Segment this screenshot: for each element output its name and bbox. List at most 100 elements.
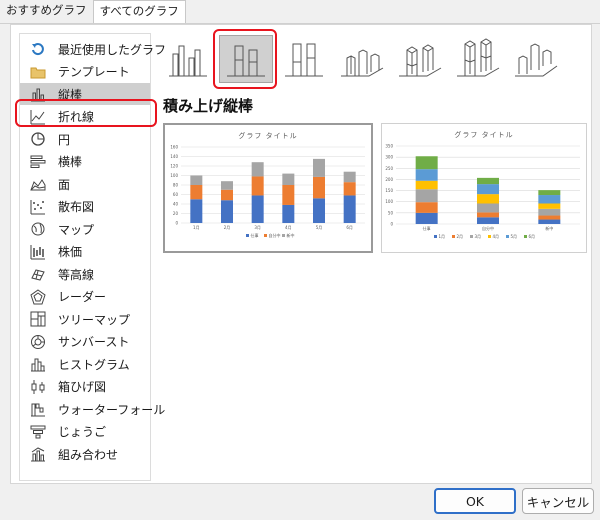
sidebar-item-label: マップ xyxy=(58,222,95,237)
bar-segment xyxy=(538,190,561,196)
bar-segment xyxy=(415,180,438,190)
stock-chart-icon xyxy=(30,244,46,260)
bar-segment xyxy=(477,212,499,218)
legend-label: 4月 xyxy=(493,234,500,239)
sidebar-item-scatter-chart[interactable]: 散布図 xyxy=(20,196,150,218)
x-tick-label: 3月 xyxy=(254,225,261,230)
sidebar-item-area-chart[interactable]: 面 xyxy=(20,173,150,195)
y-tick-label: 150 xyxy=(385,188,393,193)
sidebar-item-label: サンバースト xyxy=(58,335,130,349)
chart-preview-2-plot: 0 50 100 150 200 250 300 350 仕事 自分中 新中 1月 2月 3月 4月 5月 6月 xyxy=(385,144,580,239)
100-stacked-column-icon xyxy=(281,36,327,83)
tab-recommended-charts[interactable]: おすすめグラフ xyxy=(0,0,93,22)
sidebar-item-bar-chart[interactable]: 横棒 xyxy=(20,151,150,173)
x-tick-label: 新中 xyxy=(545,225,553,231)
sidebar-item-map-chart[interactable]: マップ xyxy=(20,218,150,240)
chart-preview-1-title: グラフ タイトル xyxy=(238,132,298,140)
sidebar-item-funnel-chart[interactable]: じょうご xyxy=(20,421,150,443)
sidebar-item-pie-chart[interactable]: 円 xyxy=(20,128,150,150)
sidebar-item-label: レーダー xyxy=(58,290,107,304)
bar-segment xyxy=(415,189,438,203)
legend-label: 1月 xyxy=(439,234,446,239)
sidebar-item-combo-chart[interactable]: 組み合わせ xyxy=(20,443,150,465)
bar-segment xyxy=(415,156,438,170)
x-tick-label: 仕事 xyxy=(423,225,431,231)
3d-stacked-column-icon xyxy=(397,36,443,83)
clustered-column-icon xyxy=(165,36,211,83)
area-chart-icon xyxy=(30,176,46,192)
chart-subtype-button[interactable] xyxy=(335,35,389,83)
bar-segment xyxy=(538,203,561,209)
chart-subtype-button[interactable] xyxy=(277,35,331,83)
sidebar-item-label: 縦棒 xyxy=(58,87,83,102)
y-tick-label: 0 xyxy=(175,221,178,226)
sidebar-item-recent[interactable]: 最近使用したグラフ xyxy=(20,38,166,60)
bar-segment xyxy=(477,194,499,204)
sidebar-item-label: 等高線 xyxy=(58,267,95,282)
legend-swatch xyxy=(434,235,437,238)
column-chart-icon xyxy=(30,86,46,102)
sidebar-item-label: ウォーターフォール xyxy=(58,402,166,417)
dialog-body: 最近使用したグラフ テンプレート 縦棒折れ線円横棒面散布図マップ株価等高線レーダーツ… xyxy=(10,24,592,484)
legend-swatch xyxy=(264,234,267,237)
tab-all-charts[interactable]: すべてのグラフ xyxy=(92,0,186,24)
sidebar-item-treemap-chart[interactable]: ツリーマップ xyxy=(20,308,150,330)
stacked-column-icon xyxy=(223,36,269,83)
map-chart-icon xyxy=(30,221,46,237)
radar-chart-icon xyxy=(30,288,46,305)
legend-label: 5月 xyxy=(511,234,518,239)
chart-subtype-button[interactable] xyxy=(451,35,505,83)
sidebar-item-boxplot-chart[interactable]: 箱ひげ図 xyxy=(20,376,150,398)
chart-subtype-button[interactable] xyxy=(509,35,563,83)
chart-category-list[interactable]: 最近使用したグラフ テンプレート 縦棒折れ線円横棒面散布図マップ株価等高線レーダーツ… xyxy=(19,33,166,481)
y-tick-label: 140 xyxy=(170,154,178,159)
x-tick-label: 1月 xyxy=(193,225,200,230)
bar-segment xyxy=(415,212,438,224)
waterfall-chart-icon xyxy=(30,401,46,417)
chart-content-panel: 積み上げ縦棒 0 20 40 60 80 100 120 140 160 1月 2月 3月 4月 5月 6月… xyxy=(157,29,589,481)
y-tick-label: 50 xyxy=(388,210,394,215)
bar-segment xyxy=(221,181,233,190)
ok-button[interactable]: OK xyxy=(434,488,516,514)
sidebar-item-waterfall-chart[interactable]: ウォーターフォール xyxy=(20,398,165,420)
bar-segment xyxy=(313,176,325,199)
scatter-chart-icon xyxy=(30,199,46,215)
chart-preview-2[interactable]: 0 50 100 150 200 250 300 350 仕事 自分中 新中 1月 2月 3月 4月 5月 6月… xyxy=(381,123,587,253)
sidebar-item-column-chart[interactable]: 縦棒 xyxy=(20,83,150,105)
sidebar-item-stock-chart[interactable]: 株価 xyxy=(20,241,150,263)
surface-chart-icon xyxy=(30,266,46,282)
sidebar-item-label: 最近使用したグラフ xyxy=(58,42,167,57)
sidebar-item-histogram-chart[interactable]: ヒストグラム xyxy=(20,353,150,375)
sidebar-item-sunburst-chart[interactable]: サンバースト xyxy=(20,331,150,353)
sidebar-item-label: 株価 xyxy=(58,245,83,259)
chart-subtype-button[interactable] xyxy=(161,35,215,83)
sidebar-item-label: 箱ひげ図 xyxy=(58,380,107,394)
boxplot-chart-icon xyxy=(30,379,46,395)
bar-segment xyxy=(477,177,499,185)
legend-swatch xyxy=(246,234,249,237)
bar-chart-icon xyxy=(30,154,46,170)
y-tick-label: 60 xyxy=(173,192,179,197)
sunburst-chart-icon xyxy=(30,334,46,350)
chart-subtype-button[interactable] xyxy=(219,35,273,83)
chart-preview-1[interactable]: 0 20 40 60 80 100 120 140 160 1月 2月 3月 4月 5月 6月 仕事 自分中 新中… xyxy=(163,123,373,253)
legend-label: 3月 xyxy=(475,234,482,239)
sidebar-item-folder[interactable]: テンプレート xyxy=(20,61,150,83)
bar-segment xyxy=(190,199,203,223)
sidebar-item-label: 散布図 xyxy=(58,200,95,214)
sidebar-item-radar-chart[interactable]: レーダー xyxy=(20,286,150,308)
sidebar-item-surface-chart[interactable]: 等高線 xyxy=(20,263,150,285)
chart-subtype-button[interactable] xyxy=(393,35,447,83)
y-tick-label: 80 xyxy=(173,183,179,188)
bar-segment xyxy=(477,184,499,195)
cancel-button[interactable]: キャンセル xyxy=(522,488,594,514)
funnel-chart-icon xyxy=(30,424,46,440)
legend-swatch xyxy=(470,235,473,238)
sidebar-item-label: 円 xyxy=(58,132,71,147)
bar-segment xyxy=(415,202,438,213)
sidebar-item-line-chart[interactable]: 折れ線 xyxy=(20,106,150,128)
sidebar-item-label: テンプレート xyxy=(58,65,130,79)
histogram-chart-icon xyxy=(30,356,46,372)
chart-preview-2-title: グラフ タイトル xyxy=(454,131,514,139)
chart-preview-1-plot: 0 20 40 60 80 100 120 140 160 1月 2月 3月 4月 5月 6月仕事 自分中 新中 xyxy=(170,145,365,238)
